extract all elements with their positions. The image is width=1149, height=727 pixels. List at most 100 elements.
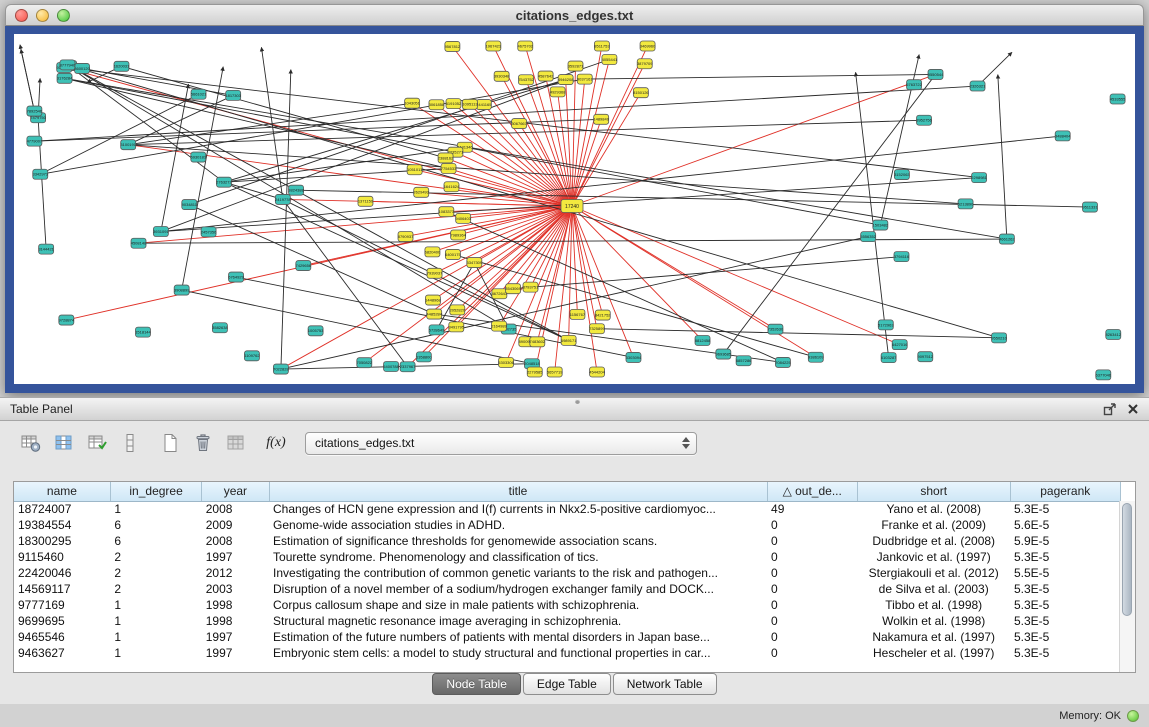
table-row[interactable]: 911546021997Tourette syndrome. Phenomeno… [14, 549, 1121, 565]
cell-in_degree[interactable]: 1 [110, 597, 201, 613]
cell-name[interactable]: 22420046 [14, 565, 110, 581]
vertical-scrollbar[interactable] [1119, 501, 1135, 672]
cell-out_degree[interactable]: 0 [767, 613, 857, 629]
cell-pagerank[interactable]: 5.3E-5 [1010, 581, 1121, 597]
table-row[interactable]: 969969511998Structural magnetic resonanc… [14, 613, 1121, 629]
cell-pagerank[interactable]: 5.3E-5 [1010, 549, 1121, 565]
cell-name[interactable]: 9465546 [14, 629, 110, 645]
close-panel-button[interactable] [1127, 403, 1139, 415]
cell-short[interactable]: Yano et al. (2008) [857, 501, 1010, 517]
cell-title[interactable]: Estimation of the future numbers of pati… [269, 629, 767, 645]
cell-out_degree[interactable]: 0 [767, 629, 857, 645]
tab-edge-table[interactable]: Edge Table [523, 673, 611, 695]
cell-title[interactable]: Embryonic stem cells: a model to study s… [269, 645, 767, 661]
cell-in_degree[interactable]: 1 [110, 645, 201, 661]
cell-out_degree[interactable]: 0 [767, 549, 857, 565]
cell-in_degree[interactable]: 1 [110, 613, 201, 629]
table-row[interactable]: 1830029562008Estimation of significance … [14, 533, 1121, 549]
tab-network-table[interactable]: Network Table [613, 673, 717, 695]
column-header-title[interactable]: title [269, 482, 767, 501]
table-settings-button[interactable] [16, 428, 46, 458]
cell-pagerank[interactable]: 5.3E-5 [1010, 501, 1121, 517]
cell-in_degree[interactable]: 2 [110, 565, 201, 581]
cell-year[interactable]: 1997 [202, 629, 269, 645]
cell-pagerank[interactable]: 5.5E-5 [1010, 565, 1121, 581]
cell-pagerank[interactable]: 5.6E-5 [1010, 517, 1121, 533]
cell-year[interactable]: 2009 [202, 517, 269, 533]
table-row[interactable]: 1872400712008Changes of HCN gene express… [14, 501, 1121, 517]
cell-in_degree[interactable]: 2 [110, 581, 201, 597]
cell-name[interactable]: 14569117 [14, 581, 110, 597]
cell-in_degree[interactable]: 1 [110, 629, 201, 645]
cell-in_degree[interactable]: 1 [110, 501, 201, 517]
cell-name[interactable]: 18300295 [14, 533, 110, 549]
cell-short[interactable]: de Silva et al. (2003) [857, 581, 1010, 597]
cell-in_degree[interactable]: 6 [110, 517, 201, 533]
cell-title[interactable]: Corpus callosum shape and size in male p… [269, 597, 767, 613]
table-selector-dropdown[interactable]: citations_edges.txt [305, 432, 697, 455]
table-row[interactable]: 946362711997Embryonic stem cells: a mode… [14, 645, 1121, 661]
cell-year[interactable]: 2012 [202, 565, 269, 581]
table-row[interactable]: 946554611997Estimation of the future num… [14, 629, 1121, 645]
cell-year[interactable]: 1997 [202, 645, 269, 661]
column-header-name[interactable]: name [14, 482, 110, 501]
cell-short[interactable]: Tibbo et al. (1998) [857, 597, 1010, 613]
column-header-out_degree[interactable]: △ out_de... [767, 482, 857, 501]
cell-year[interactable]: 1998 [202, 613, 269, 629]
cell-pagerank[interactable]: 5.3E-5 [1010, 645, 1121, 661]
cell-short[interactable]: Dudbridge et al. (2008) [857, 533, 1010, 549]
row-height-button[interactable] [115, 428, 145, 458]
cell-year[interactable]: 1998 [202, 597, 269, 613]
table-row[interactable]: 977716911998Corpus callosum shape and si… [14, 597, 1121, 613]
cell-title[interactable]: Tourette syndrome. Phenomenology and cla… [269, 549, 767, 565]
cell-pagerank[interactable]: 5.3E-5 [1010, 613, 1121, 629]
network-graph[interactable]: 3824388241977867649293342973245735669301… [14, 34, 1135, 384]
new-table-button[interactable] [155, 428, 185, 458]
column-header-year[interactable]: year [202, 482, 269, 501]
column-header-pagerank[interactable]: pagerank [1010, 482, 1121, 501]
cell-title[interactable]: Disruption of a novel member of a sodium… [269, 581, 767, 597]
column-header-in_degree[interactable]: in_degree [110, 482, 201, 501]
cell-out_degree[interactable]: 0 [767, 565, 857, 581]
cell-title[interactable]: Genome-wide association studies in ADHD. [269, 517, 767, 533]
cell-short[interactable]: Franke et al. (2009) [857, 517, 1010, 533]
table-row[interactable]: 1456911722003Disruption of a novel membe… [14, 581, 1121, 597]
cell-year[interactable]: 2008 [202, 501, 269, 517]
column-header-short[interactable]: short [857, 482, 1010, 501]
cell-title[interactable]: Changes of HCN gene expression and I(f) … [269, 501, 767, 517]
vertical-scrollbar-thumb[interactable] [1122, 503, 1132, 616]
cell-in_degree[interactable]: 6 [110, 533, 201, 549]
window-titlebar[interactable]: citations_edges.txt [5, 4, 1144, 26]
float-panel-button[interactable] [1103, 402, 1117, 416]
cell-short[interactable]: Nakamura et al. (1997) [857, 629, 1010, 645]
delete-table-button[interactable] [188, 428, 218, 458]
cell-out_degree[interactable]: 49 [767, 501, 857, 517]
import-table-button[interactable] [221, 428, 251, 458]
cell-pagerank[interactable]: 5.3E-5 [1010, 629, 1121, 645]
show-columns-button[interactable] [49, 428, 79, 458]
cell-short[interactable]: Jankovic et al. (1997) [857, 549, 1010, 565]
table-row[interactable]: 2242004622012Investigating the contribut… [14, 565, 1121, 581]
cell-year[interactable]: 2008 [202, 533, 269, 549]
cell-year[interactable]: 2003 [202, 581, 269, 597]
cell-in_degree[interactable]: 2 [110, 549, 201, 565]
select-rows-button[interactable] [82, 428, 112, 458]
cell-name[interactable]: 18724007 [14, 501, 110, 517]
cell-name[interactable]: 9777169 [14, 597, 110, 613]
tab-node-table[interactable]: Node Table [432, 673, 521, 695]
cell-short[interactable]: Hescheler et al. (1997) [857, 645, 1010, 661]
cell-out_degree[interactable]: 0 [767, 517, 857, 533]
cell-out_degree[interactable]: 0 [767, 645, 857, 661]
cell-title[interactable]: Structural magnetic resonance image aver… [269, 613, 767, 629]
cell-name[interactable]: 19384554 [14, 517, 110, 533]
cell-title[interactable]: Investigating the contribution of common… [269, 565, 767, 581]
cell-name[interactable]: 9463627 [14, 645, 110, 661]
cell-name[interactable]: 9699695 [14, 613, 110, 629]
function-builder-button[interactable]: f(x) [261, 428, 291, 458]
cell-name[interactable]: 9115460 [14, 549, 110, 565]
cell-pagerank[interactable]: 5.3E-5 [1010, 597, 1121, 613]
cell-short[interactable]: Stergiakouli et al. (2012) [857, 565, 1010, 581]
cell-out_degree[interactable]: 0 [767, 597, 857, 613]
cell-out_degree[interactable]: 0 [767, 533, 857, 549]
cell-year[interactable]: 1997 [202, 549, 269, 565]
